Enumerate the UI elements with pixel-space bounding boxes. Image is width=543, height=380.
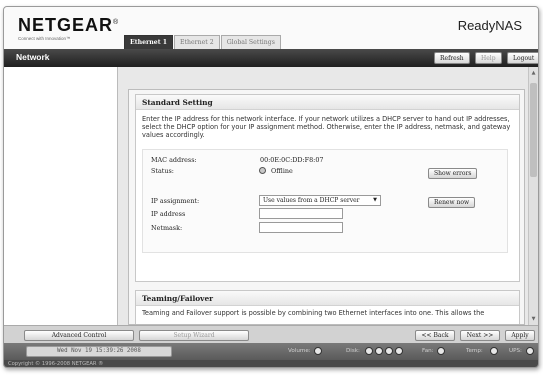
mac-address-value: 00:0E:0C:DD:F8:07 — [260, 156, 324, 164]
tab-bar: Ethernet 1 Ethernet 2 Global Settings — [124, 35, 281, 49]
scrollbar-thumb[interactable] — [530, 83, 537, 177]
main-area: Standard Setting Enter the IP address fo… — [118, 67, 538, 325]
renew-now-button[interactable]: Renew now — [428, 197, 476, 208]
scroll-up-arrow-icon[interactable]: ▲ — [530, 69, 537, 77]
section-title: Network — [16, 52, 50, 62]
refresh-button[interactable]: Refresh — [434, 52, 470, 64]
app-window: NETGEAR® Connect with Innovation™ ReadyN… — [3, 6, 539, 368]
standard-setting-description: Enter the IP address for this network in… — [142, 115, 511, 139]
status-indicator-icon — [259, 167, 266, 174]
status-value: Offline — [271, 167, 293, 175]
standard-setting-panel: Standard Setting Enter the IP address fo… — [135, 94, 520, 282]
tab-ethernet-2[interactable]: Ethernet 2 — [174, 35, 220, 49]
volume-status-icon[interactable] — [314, 347, 322, 355]
datetime-display: Wed Nov 19 15:39:26 2008 — [26, 346, 172, 357]
fan-status-icon[interactable] — [437, 347, 445, 355]
brand-tagline: Connect with Innovation™ — [18, 36, 71, 41]
product-name: ReadyNAS — [457, 18, 522, 33]
vertical-scrollbar[interactable]: ▲ ▼ — [528, 67, 538, 325]
netmask-field[interactable] — [259, 222, 343, 233]
ups-label: UPS: — [509, 348, 522, 354]
header: NETGEAR® Connect with Innovation™ ReadyN… — [4, 7, 538, 49]
ip-address-field[interactable] — [259, 208, 343, 219]
disk-2-status-icon[interactable] — [375, 347, 383, 355]
netmask-label: Netmask: — [151, 224, 183, 232]
apply-button[interactable]: Apply — [505, 330, 535, 341]
temp-label: Temp: — [466, 348, 483, 354]
status-label: Status: — [151, 167, 174, 175]
interface-settings-box: MAC address: 00:0E:0C:DD:F8:07 Status: O… — [142, 149, 508, 253]
left-panel — [4, 67, 118, 325]
back-button[interactable]: << Back — [415, 330, 455, 341]
help-button[interactable]: Help — [475, 52, 502, 64]
tab-ethernet-1[interactable]: Ethernet 1 — [124, 35, 174, 49]
scroll-down-arrow-icon[interactable]: ▼ — [530, 315, 537, 323]
temp-status-icon[interactable] — [490, 347, 498, 355]
disk-4-status-icon[interactable] — [395, 347, 403, 355]
teaming-failover-panel: Teaming/Failover Teaming and Failover su… — [135, 290, 520, 324]
setup-wizard-button[interactable]: Setup Wizard — [139, 330, 249, 341]
teaming-failover-description: Teaming and Failover support is possible… — [142, 309, 485, 317]
mac-address-label: MAC address: — [151, 156, 197, 164]
ups-status-icon[interactable] — [526, 347, 534, 355]
status-bar: Wed Nov 19 15:39:26 2008 Volume: Disk: F… — [4, 343, 538, 360]
ip-address-label: IP address — [151, 210, 186, 218]
teaming-failover-title: Teaming/Failover — [136, 291, 519, 306]
standard-setting-title: Standard Setting — [136, 95, 519, 110]
disk-3-status-icon[interactable] — [385, 347, 393, 355]
advanced-control-button[interactable]: Advanced Control — [24, 330, 134, 341]
content-scroll-area: Standard Setting Enter the IP address fo… — [128, 89, 525, 325]
action-bar: Advanced Control Setup Wizard << Back Ne… — [4, 325, 538, 343]
ip-assignment-label: IP assignment: — [151, 197, 200, 205]
chevron-down-icon: ▼ — [373, 197, 377, 203]
disk-1-status-icon[interactable] — [365, 347, 373, 355]
fan-label: Fan: — [422, 348, 434, 354]
next-button[interactable]: Next >> — [460, 330, 500, 341]
volume-label: Volume: — [288, 348, 311, 354]
logout-button[interactable]: Logout — [507, 52, 538, 64]
brand-logo: NETGEAR® — [18, 15, 120, 35]
disk-label: Disk: — [346, 348, 360, 354]
tab-global-settings[interactable]: Global Settings — [220, 35, 281, 49]
show-errors-button[interactable]: Show errors — [428, 168, 478, 179]
copyright-footer: Copyright © 1996-2008 NETGEAR ® — [4, 360, 538, 367]
ip-assignment-select[interactable]: Use values from a DHCP server ▼ — [259, 195, 381, 206]
section-titlebar: Network Refresh Help Logout — [4, 49, 538, 67]
